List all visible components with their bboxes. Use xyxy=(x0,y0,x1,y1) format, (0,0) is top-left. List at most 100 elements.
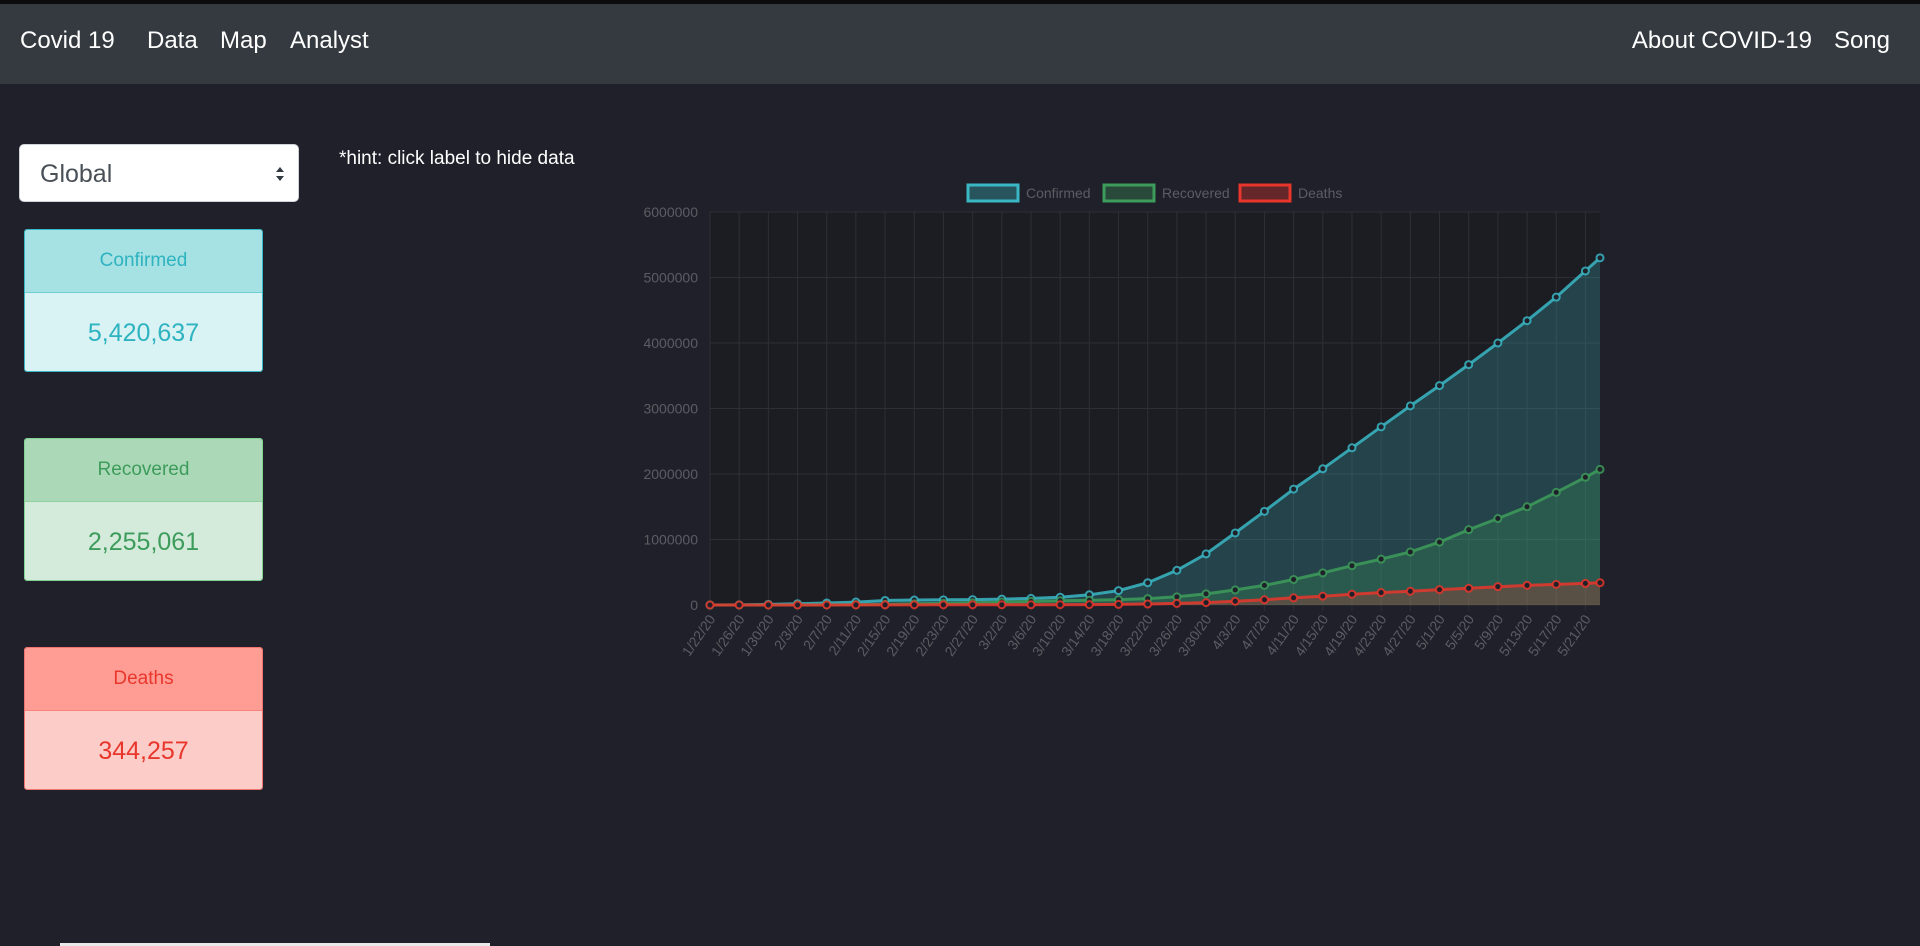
recovered-point xyxy=(1595,464,1605,474)
legend-swatch-confirmed xyxy=(966,183,1020,203)
confirmed-point xyxy=(1201,549,1211,559)
deaths-point xyxy=(938,600,948,610)
y-tick-label: 0 xyxy=(690,597,698,613)
nav-link-song[interactable]: Song xyxy=(1834,4,1890,84)
deaths-point xyxy=(1376,588,1386,598)
deaths-point xyxy=(1318,591,1328,601)
deaths-point xyxy=(851,600,861,610)
cases-chart: 6000000 5000000 4000000 3000000 2000000 10000… xyxy=(643,183,1605,659)
deaths-point xyxy=(793,600,803,610)
recovered-point xyxy=(1318,568,1328,578)
deaths-point xyxy=(1464,583,1474,593)
confirmed-point xyxy=(1595,253,1605,263)
recovered-point xyxy=(1551,487,1561,497)
recovered-point xyxy=(1347,561,1357,571)
confirmed-point xyxy=(1259,506,1269,516)
region-select-value: Global xyxy=(40,160,113,188)
deaths-point xyxy=(1055,600,1065,610)
deaths-point xyxy=(1405,586,1415,596)
recovered-point xyxy=(1230,585,1240,595)
navbar: Covid 19 Data Map Analyst About COVID-19… xyxy=(0,4,1920,84)
deaths-point xyxy=(1522,580,1532,590)
deaths-point xyxy=(1551,579,1561,589)
confirmed-point xyxy=(1405,401,1415,411)
deaths-point xyxy=(705,600,715,610)
x-tick-label: 2/3/20 xyxy=(771,611,807,652)
deaths-point xyxy=(968,600,978,610)
x-tick-label: 5/5/20 xyxy=(1442,611,1478,652)
deaths-point xyxy=(1580,578,1590,588)
legend-label-confirmed: Confirmed xyxy=(1026,185,1091,201)
legend-swatch-recovered xyxy=(1102,183,1156,203)
legend-item-deaths[interactable]: Deaths xyxy=(1238,183,1342,203)
deaths-card: Deaths 344,257 xyxy=(24,647,263,790)
recovered-point xyxy=(1376,554,1386,564)
confirmed-card-label: Confirmed xyxy=(25,230,262,293)
deaths-point xyxy=(997,600,1007,610)
deaths-point xyxy=(1143,599,1153,609)
confirmed-point xyxy=(1230,528,1240,538)
deaths-point xyxy=(1259,595,1269,605)
x-tick-label: 4/3/20 xyxy=(1208,611,1244,652)
y-tick-label: 4000000 xyxy=(643,335,698,351)
x-tick-label: 5/1/20 xyxy=(1413,611,1449,652)
confirmed-point xyxy=(1435,381,1445,391)
legend-item-recovered[interactable]: Recovered xyxy=(1102,183,1230,203)
recovered-point xyxy=(1435,537,1445,547)
select-arrows-icon xyxy=(276,167,284,181)
region-select[interactable]: Global xyxy=(19,144,299,202)
legend-label-recovered: Recovered xyxy=(1162,185,1230,201)
deaths-point xyxy=(1595,578,1605,588)
deaths-point xyxy=(909,600,919,610)
nav-link-data[interactable]: Data xyxy=(147,4,198,84)
y-tick-label: 5000000 xyxy=(643,270,698,286)
confirmed-point xyxy=(1580,266,1590,276)
deaths-point xyxy=(1493,582,1503,592)
deaths-point xyxy=(1084,600,1094,610)
recovered-point xyxy=(1464,525,1474,535)
x-tick-label: 3/2/20 xyxy=(975,611,1011,652)
nav-link-about-covid[interactable]: About COVID-19 xyxy=(1632,4,1812,84)
confirmed-point xyxy=(1289,484,1299,494)
deaths-point xyxy=(734,600,744,610)
confirmed-point xyxy=(1522,316,1532,326)
deaths-point xyxy=(1201,598,1211,608)
confirmed-card-value: 5,420,637 xyxy=(25,293,262,371)
recovered-point xyxy=(1493,514,1503,524)
deaths-card-label: Deaths xyxy=(25,648,262,711)
y-tick-label: 1000000 xyxy=(643,532,698,548)
confirmed-point xyxy=(1347,443,1357,453)
confirmed-point xyxy=(1493,338,1503,348)
deaths-point xyxy=(1026,600,1036,610)
deaths-point xyxy=(880,600,890,610)
recovered-card-value: 2,255,061 xyxy=(25,502,262,580)
legend-swatch-deaths xyxy=(1238,183,1292,203)
y-tick-label: 6000000 xyxy=(643,204,698,220)
y-tick-label: 2000000 xyxy=(643,466,698,482)
confirmed-point xyxy=(1172,565,1182,575)
confirmed-point xyxy=(1143,578,1153,588)
recovered-point xyxy=(1522,502,1532,512)
confirmed-point xyxy=(1376,422,1386,432)
deaths-point xyxy=(1435,585,1445,595)
confirmed-point xyxy=(1551,292,1561,302)
deaths-point xyxy=(1289,593,1299,603)
confirmed-point xyxy=(1114,586,1124,596)
nav-link-map[interactable]: Map xyxy=(220,4,267,84)
y-tick-label: 3000000 xyxy=(643,401,698,417)
recovered-point xyxy=(1259,580,1269,590)
hint-text: *hint: click label to hide data xyxy=(339,148,575,169)
confirmed-card: Confirmed 5,420,637 xyxy=(24,229,263,372)
deaths-point xyxy=(1230,596,1240,606)
deaths-point xyxy=(1347,589,1357,599)
brand-link[interactable]: Covid 19 xyxy=(20,4,115,84)
deaths-point xyxy=(1114,599,1124,609)
confirmed-point xyxy=(1464,360,1474,370)
nav-link-analyst[interactable]: Analyst xyxy=(290,4,369,84)
deaths-card-value: 344,257 xyxy=(25,711,262,789)
recovered-card-label: Recovered xyxy=(25,439,262,502)
recovered-point xyxy=(1405,547,1415,557)
legend-item-confirmed[interactable]: Confirmed xyxy=(966,183,1091,203)
deaths-point xyxy=(1172,598,1182,608)
recovered-point xyxy=(1580,472,1590,482)
